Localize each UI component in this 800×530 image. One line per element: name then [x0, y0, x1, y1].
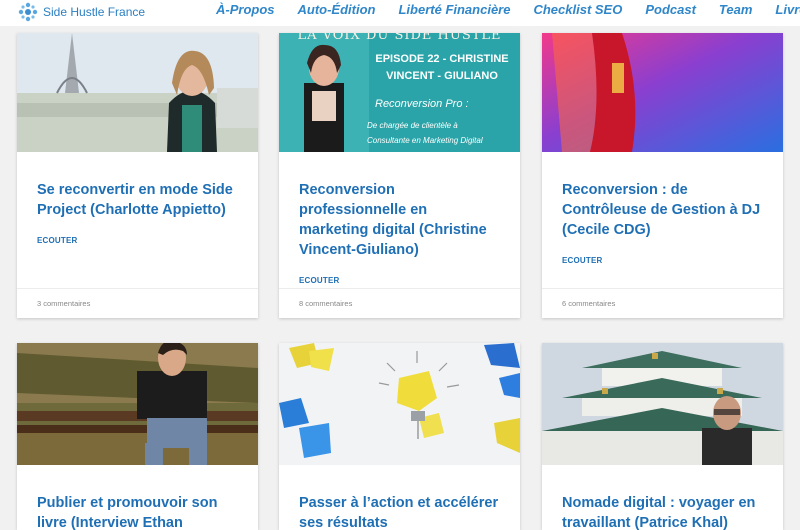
- nav-item-livres[interactable]: Livres: [775, 2, 800, 17]
- banner-topic: Reconversion Pro :: [375, 98, 469, 110]
- card-thumbnail[interactable]: [17, 343, 258, 465]
- card-thumbnail[interactable]: [542, 343, 783, 465]
- card-title[interactable]: Se reconvertir en mode Side Project (Cha…: [37, 180, 238, 220]
- card-title[interactable]: Reconversion professionnelle en marketin…: [299, 180, 500, 260]
- banner-show-name: LA VOIX DU SIDE HUSTLE: [297, 33, 502, 43]
- paper-lightbulb-photo: [279, 343, 520, 465]
- card-thumbnail[interactable]: LA VOIX DU SIDE HUSTLE EPISODE 22 - CHRI…: [279, 33, 520, 152]
- article-card[interactable]: Publier et promouvoir son livre (Intervi…: [17, 343, 258, 530]
- man-bench-photo: [17, 343, 258, 465]
- logo-text: Side Hustle France: [43, 5, 146, 19]
- comment-count[interactable]: 8 commentaires: [279, 288, 520, 318]
- nav-item-liberte-financiere[interactable]: Liberté Financière: [398, 2, 510, 17]
- listen-link[interactable]: ECOUTER: [299, 276, 500, 285]
- woman-paris-photo: [17, 33, 258, 152]
- article-card[interactable]: Passer à l’action et accélérer ses résul…: [279, 343, 520, 530]
- main-nav: À-Propos Auto-Édition Liberté Financière…: [216, 2, 800, 17]
- banner-subline-2: Consultante en Marketing Digital: [367, 136, 483, 145]
- podcast-episode-photo: [279, 33, 520, 152]
- banner-subline-1: De chargée de clientèle à: [367, 121, 458, 130]
- article-card[interactable]: Reconversion : de Contrôleuse de Gestion…: [542, 33, 783, 318]
- card-title[interactable]: Nomade digital : voyager en travaillant …: [562, 493, 763, 530]
- listen-link[interactable]: ECOUTER: [562, 256, 763, 265]
- nav-item-team[interactable]: Team: [719, 2, 752, 17]
- card-thumbnail[interactable]: [17, 33, 258, 152]
- nav-item-auto-edition[interactable]: Auto-Édition: [298, 2, 376, 17]
- article-card[interactable]: Se reconvertir en mode Side Project (Cha…: [17, 33, 258, 318]
- card-title[interactable]: Publier et promouvoir son livre (Intervi…: [37, 493, 238, 530]
- site-logo[interactable]: Side Hustle France: [18, 2, 145, 22]
- dj-photo: [542, 33, 783, 152]
- listen-link[interactable]: ECOUTER: [37, 236, 238, 245]
- osaka-castle-photo: [542, 343, 783, 465]
- card-title[interactable]: Passer à l’action et accélérer ses résul…: [299, 493, 500, 530]
- nav-item-a-propos[interactable]: À-Propos: [216, 2, 275, 17]
- article-card[interactable]: LA VOIX DU SIDE HUSTLE EPISODE 22 - CHRI…: [279, 33, 520, 318]
- comment-count[interactable]: 6 commentaires: [542, 288, 783, 318]
- nav-item-podcast[interactable]: Podcast: [645, 2, 696, 17]
- banner-episode: EPISODE 22 - CHRISTINE: [375, 53, 509, 65]
- card-title[interactable]: Reconversion : de Contrôleuse de Gestion…: [562, 180, 763, 240]
- logo-icon: [18, 2, 38, 22]
- site-header: Side Hustle France À-Propos Auto-Édition…: [0, 0, 800, 26]
- article-card[interactable]: Nomade digital : voyager en travaillant …: [542, 343, 783, 530]
- card-thumbnail[interactable]: [279, 343, 520, 465]
- nav-item-checklist-seo[interactable]: Checklist SEO: [533, 2, 622, 17]
- banner-guest: VINCENT - GIULIANO: [386, 70, 498, 82]
- card-thumbnail[interactable]: [542, 33, 783, 152]
- comment-count[interactable]: 3 commentaires: [17, 288, 258, 318]
